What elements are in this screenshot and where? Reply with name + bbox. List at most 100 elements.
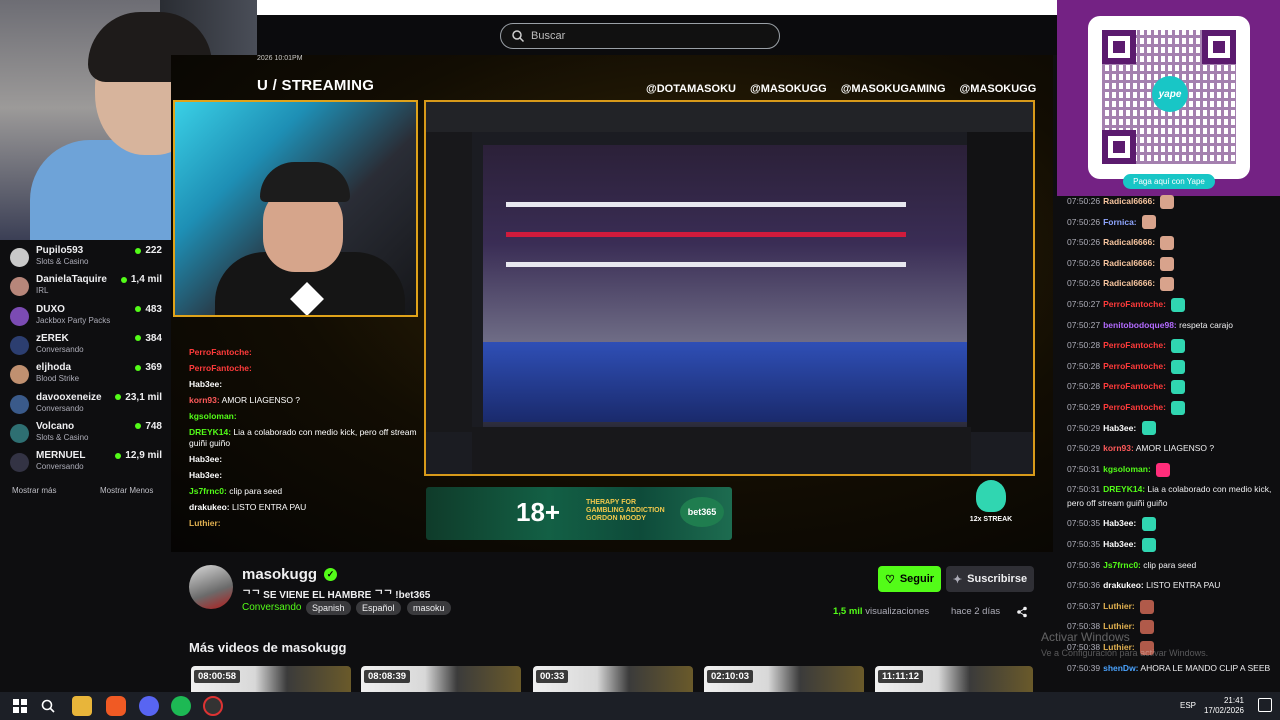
obs-icon[interactable] [203, 696, 223, 716]
chat-username[interactable]: Hab3ee: [1103, 539, 1136, 549]
chat-username[interactable]: PerroFantoche: [1103, 299, 1166, 309]
chat-message: 07:50:31 DREYK14: Lia a colaborado con me… [1067, 482, 1272, 510]
embedded-sidebar [426, 132, 472, 432]
chat-username[interactable]: PerroFantoche: [1103, 381, 1166, 391]
file-explorer-icon[interactable] [72, 696, 92, 716]
tag-masoku[interactable]: masoku [407, 601, 451, 615]
channel-avatar [10, 248, 29, 267]
follow-button[interactable]: ♡ Seguir [878, 566, 941, 592]
channel-category: Conversando [36, 344, 84, 354]
chat-username[interactable]: Radical6666: [1103, 237, 1155, 247]
category-link[interactable]: Conversando [242, 602, 301, 613]
channel-category: Slots & Casino [36, 257, 89, 266]
chat-username[interactable]: Hab3ee: [1103, 423, 1136, 433]
video-duration: 11:11:12 [878, 670, 923, 683]
search-icon[interactable] [38, 696, 58, 716]
chat-username[interactable]: Hab3ee: [1103, 518, 1136, 528]
overlay-chat-message: drakukeo: LISTO ENTRA PAU [189, 502, 424, 513]
overlay-chat-message: korn93: AMOR LIAGENSO ? [189, 395, 424, 406]
chat-emote-icon [1171, 297, 1186, 312]
notification-icon[interactable] [1258, 698, 1272, 712]
chat-username[interactable]: Js7frnc0: [1103, 560, 1141, 570]
video-thumbnail[interactable]: 08:08:39 [361, 666, 521, 692]
chat-emote-icon [1171, 338, 1186, 353]
brave-browser-icon[interactable] [106, 696, 126, 716]
sidebar-channel[interactable]: DUXO Jackbox Party Packs 483 [10, 304, 162, 333]
sidebar-channel[interactable]: Pupilo593 Slots & Casino 222 [10, 245, 162, 274]
sidebar-channel[interactable]: davooxeneize Conversando 23,1 mil [10, 392, 162, 421]
viewer-number: 222 [145, 245, 162, 256]
live-dot-icon [115, 394, 122, 400]
chat-emote-icon [1171, 400, 1186, 415]
chat-username[interactable]: DREYK14: [1103, 484, 1145, 494]
chat-username[interactable]: shenDw: [1103, 663, 1138, 673]
chat-username[interactable]: kgsoloman: [1103, 464, 1151, 474]
yape-qr-panel: yape Paga aquí con Yape [1057, 0, 1280, 196]
video-duration: 08:08:39 [364, 670, 411, 683]
discord-icon[interactable] [139, 696, 159, 716]
show-less-button[interactable]: Mostrar Menos [100, 486, 153, 495]
viewer-count: 12,9 mil [115, 450, 162, 461]
viewer-count: 23,1 mil [115, 392, 162, 403]
chat-panel: 07:50:26 Radical6666: 07:50:26 Fornica: 07… [1057, 194, 1280, 692]
tag-espanol[interactable]: Español [356, 601, 401, 615]
show-more-button[interactable]: Mostrar más [12, 486, 56, 495]
chat-username[interactable]: PerroFantoche: [1103, 361, 1166, 371]
sidebar-channel[interactable]: MERNUEL Conversando 12,9 mil [10, 450, 162, 479]
language-indicator[interactable]: ESP [1180, 701, 1196, 710]
video-thumbnail[interactable]: 08:00:58 [191, 666, 351, 692]
video-duration: 00:33 [536, 670, 569, 683]
ring-rope [506, 202, 906, 207]
subscribe-button[interactable]: ✦ Suscribirse [946, 566, 1034, 592]
search-input[interactable]: Buscar [500, 23, 780, 49]
chat-emote-icon [1142, 215, 1156, 230]
chat-timestamp: 07:50:36 [1067, 559, 1101, 570]
channel-category: Conversando [36, 462, 84, 472]
viewer-number: 12,9 mil [125, 450, 162, 462]
spotify-icon[interactable] [171, 696, 191, 716]
sidebar-channel[interactable]: zEREK Conversando 384 [10, 333, 162, 362]
heart-icon: ♡ [884, 573, 895, 586]
chat-username[interactable]: Radical6666: [1103, 278, 1155, 288]
stream-player[interactable]: 2026 10:01PM U / STREAMING @DOTAMASOKU @… [171, 55, 1053, 552]
chat-username[interactable]: Fornica: [1103, 217, 1137, 227]
channel-name[interactable]: masokugg [242, 566, 317, 583]
ring-floor [483, 342, 969, 422]
channel-name-row: masokugg ✓ [242, 566, 338, 583]
sidebar-channel[interactable]: eljhoda Blood Strike 369 [10, 362, 162, 391]
qr-finder [1202, 30, 1236, 64]
chat-username[interactable]: Radical6666: [1103, 258, 1155, 268]
chat-timestamp: 07:50:28 [1067, 340, 1101, 351]
chat-timestamp: 07:50:28 [1067, 381, 1101, 392]
share-icon[interactable] [1016, 606, 1028, 618]
chat-message: 07:50:26 Radical6666: [1067, 235, 1272, 250]
chat-username[interactable]: Radical6666: [1103, 196, 1155, 206]
tag-spanish[interactable]: Spanish [306, 601, 351, 615]
chat-emote-icon [1160, 194, 1175, 209]
pay-with-yape-button[interactable]: Paga aquí con Yape [1123, 174, 1215, 189]
channel-name: zEREK [36, 332, 69, 344]
streak-label: 12x STREAK [969, 516, 1013, 523]
channel-name: MERNUEL [36, 450, 86, 462]
chat-timestamp: 07:50:35 [1067, 518, 1101, 529]
sidebar-channel[interactable]: Volcano Slots & Casino 748 [10, 421, 162, 450]
chat-message: 07:50:28 PerroFantoche: [1067, 338, 1272, 353]
chat-timestamp: 07:50:36 [1067, 580, 1101, 591]
channel-avatar[interactable] [189, 565, 233, 609]
chat-username[interactable]: korn93: [1103, 443, 1134, 453]
chat-username[interactable]: Luthier: [1103, 601, 1135, 611]
video-thumbnail[interactable]: 11:11:12 [875, 666, 1033, 692]
chat-username[interactable]: PerroFantoche: [1103, 340, 1166, 350]
chat-username[interactable]: PerroFantoche: [1103, 402, 1166, 412]
windows-start-icon[interactable] [10, 696, 30, 716]
embedded-chat [967, 132, 1033, 432]
clock[interactable]: 21:41 17/02/2026 [1204, 696, 1244, 716]
chat-username[interactable]: drakukeo: [1103, 580, 1144, 590]
channel-avatar [10, 453, 29, 473]
video-thumbnail[interactable]: 02:10:03 [704, 666, 864, 692]
video-thumbnail[interactable]: 00:33 [533, 666, 693, 692]
channel-name: Volcano [36, 420, 75, 432]
chat-username[interactable]: benitobodoque98: [1103, 320, 1177, 330]
sidebar-channel[interactable]: DanielaTaquire IRL 1,4 mil [10, 274, 162, 303]
chat-message: 07:50:29 PerroFantoche: [1067, 400, 1272, 415]
